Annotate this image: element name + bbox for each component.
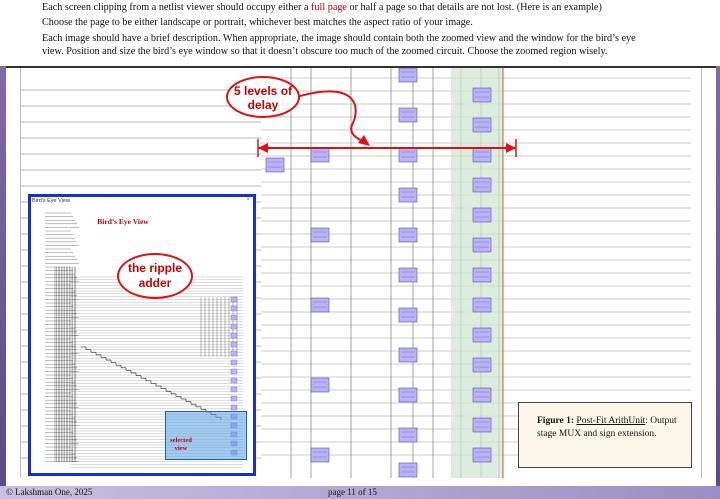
gate-block — [310, 447, 330, 463]
full-page-link[interactable]: full page — [311, 2, 347, 13]
left-page-strip — [0, 66, 6, 486]
caption-name: Post-Fit ArithUnit — [576, 416, 646, 426]
birdseye-gate — [230, 323, 238, 330]
gate-block — [472, 117, 492, 133]
gate-block — [398, 462, 418, 478]
gate-block — [472, 357, 492, 373]
gate-block — [472, 237, 492, 253]
gate-block — [472, 387, 492, 403]
birdseye-gate — [230, 305, 238, 312]
gate-block — [398, 427, 418, 443]
gate-block — [398, 267, 418, 283]
gate-block — [472, 177, 492, 193]
birdseye-gate — [230, 332, 238, 339]
footer-page-number: page 11 of 15 — [328, 487, 377, 497]
instruction-line-3: Each image should have a brief descripti… — [42, 33, 636, 44]
instruction-line-4: view. Position and size the bird’s eye w… — [42, 46, 608, 57]
birdseye-title: Bird's Eye View — [32, 198, 70, 204]
birdseye-label: Bird’s Eye View — [97, 217, 149, 226]
gate-block — [265, 157, 285, 173]
gate-block — [398, 227, 418, 243]
gate-block — [472, 147, 492, 163]
gate-block — [472, 207, 492, 223]
delay-callout: 5 levels of delay — [226, 76, 300, 118]
close-icon[interactable]: × — [247, 197, 250, 203]
birdseye-gate — [230, 395, 238, 402]
gate-block — [398, 68, 418, 83]
instruction-line-1: Each screen clipping from a netlist view… — [42, 2, 602, 13]
selected-view-label: selected view — [170, 437, 192, 452]
gate-block — [472, 87, 492, 103]
gate-block — [310, 377, 330, 393]
instruction-line-2: Choose the page to be either landscape o… — [42, 17, 473, 28]
gate-block — [472, 327, 492, 343]
gate-block — [310, 147, 330, 163]
right-page-strip — [716, 66, 720, 486]
gate-block — [472, 267, 492, 283]
gate-block — [472, 417, 492, 433]
footer-copyright: © Lakshman One, 2025 — [6, 487, 93, 497]
gate-block — [398, 347, 418, 363]
page-footer: © Lakshman One, 2025 page 11 of 15 — [0, 486, 720, 499]
instructions-header: Each screen clipping from a netlist view… — [0, 0, 720, 68]
ripple-adder-callout: the ripple adder — [117, 253, 193, 299]
gate-block — [310, 297, 330, 313]
gate-block — [472, 447, 492, 463]
gate-block — [398, 387, 418, 403]
gate-block — [398, 107, 418, 123]
birdseye-gate — [230, 314, 238, 321]
birdseye-gate — [230, 359, 238, 366]
birdseye-gate — [230, 404, 238, 411]
birdseye-gate — [230, 350, 238, 357]
gate-block — [472, 297, 492, 313]
birdseye-gate — [230, 386, 238, 393]
gate-block — [398, 147, 418, 163]
birdseye-gate — [230, 341, 238, 348]
figure-caption: Figure 1: Post-Fit ArithUnit: Output sta… — [518, 402, 692, 468]
gate-block — [398, 307, 418, 323]
gate-block — [398, 187, 418, 203]
gate-block — [310, 227, 330, 243]
caption-title: Figure 1: — [537, 416, 575, 426]
birdseye-gate — [230, 296, 238, 303]
birdseye-gate — [230, 377, 238, 384]
birdseye-gate — [230, 368, 238, 375]
